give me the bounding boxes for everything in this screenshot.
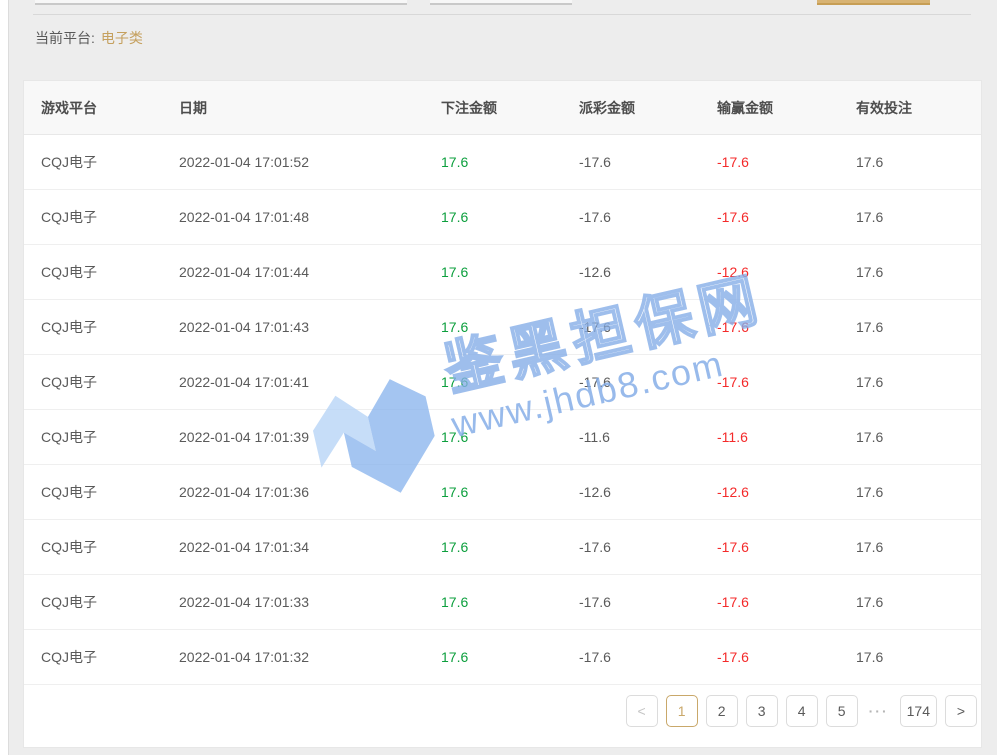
cell-valid-bet: 17.6 — [856, 649, 981, 665]
table-row: CQJ电子 2022-01-04 17:01:43 17.6 -17.6 -17… — [24, 300, 981, 355]
cell-platform: CQJ电子 — [41, 647, 179, 667]
cell-date: 2022-01-04 17:01:48 — [179, 209, 441, 225]
prev-page-button[interactable]: < — [626, 695, 658, 727]
cell-winloss-amount: -17.6 — [717, 374, 856, 390]
cell-valid-bet: 17.6 — [856, 539, 981, 555]
page-button-5[interactable]: 5 — [826, 695, 858, 727]
cell-valid-bet: 17.6 — [856, 209, 981, 225]
cell-bet-amount: 17.6 — [441, 154, 579, 170]
cell-platform: CQJ电子 — [41, 372, 179, 392]
table-header-row: 游戏平台 日期 下注金额 派彩金额 输赢金额 有效投注 — [24, 81, 981, 135]
page-button-1[interactable]: 1 — [666, 695, 698, 727]
cell-bet-amount: 17.6 — [441, 539, 579, 555]
cell-platform: CQJ电子 — [41, 207, 179, 227]
cell-platform: CQJ电子 — [41, 592, 179, 612]
column-header-game-platform: 游戏平台 — [41, 98, 179, 118]
cell-platform: CQJ电子 — [41, 482, 179, 502]
cell-payout-amount: -17.6 — [579, 649, 717, 665]
cell-winloss-amount: -17.6 — [717, 539, 856, 555]
table-row: CQJ电子 2022-01-04 17:01:41 17.6 -17.6 -17… — [24, 355, 981, 410]
page-button-last[interactable]: 174 — [900, 695, 937, 727]
table-row: CQJ电子 2022-01-04 17:01:48 17.6 -17.6 -17… — [24, 190, 981, 245]
cell-valid-bet: 17.6 — [856, 429, 981, 445]
cell-valid-bet: 17.6 — [856, 484, 981, 500]
cell-date: 2022-01-04 17:01:33 — [179, 594, 441, 610]
cell-payout-amount: -17.6 — [579, 209, 717, 225]
page-button-4[interactable]: 4 — [786, 695, 818, 727]
cell-bet-amount: 17.6 — [441, 264, 579, 280]
cell-winloss-amount: -17.6 — [717, 154, 856, 170]
column-header-bet-amount: 下注金额 — [441, 98, 579, 118]
cell-winloss-amount: -12.6 — [717, 264, 856, 280]
cell-payout-amount: -12.6 — [579, 484, 717, 500]
cell-valid-bet: 17.6 — [856, 319, 981, 335]
column-header-date: 日期 — [179, 98, 441, 118]
records-table-card: 游戏平台 日期 下注金额 派彩金额 输赢金额 有效投注 CQJ电子 2022-0… — [23, 80, 982, 748]
cell-payout-amount: -17.6 — [579, 319, 717, 335]
pagination-ellipsis-icon: ··· — [866, 703, 892, 719]
table-row: CQJ电子 2022-01-04 17:01:39 17.6 -11.6 -11… — [24, 410, 981, 465]
cell-date: 2022-01-04 17:01:32 — [179, 649, 441, 665]
table-row: CQJ电子 2022-01-04 17:01:34 17.6 -17.6 -17… — [24, 520, 981, 575]
table-row: CQJ电子 2022-01-04 17:01:33 17.6 -17.6 -17… — [24, 575, 981, 630]
table-row: CQJ电子 2022-01-04 17:01:52 17.6 -17.6 -17… — [24, 135, 981, 190]
cell-date: 2022-01-04 17:01:34 — [179, 539, 441, 555]
cell-date: 2022-01-04 17:01:36 — [179, 484, 441, 500]
cell-bet-amount: 17.6 — [441, 319, 579, 335]
cell-payout-amount: -17.6 — [579, 594, 717, 610]
cell-bet-amount: 17.6 — [441, 649, 579, 665]
cell-winloss-amount: -17.6 — [717, 649, 856, 665]
table-row: CQJ电子 2022-01-04 17:01:36 17.6 -12.6 -12… — [24, 465, 981, 520]
filter-input-fragment-1[interactable] — [35, 0, 407, 5]
page-button-2[interactable]: 2 — [706, 695, 738, 727]
filter-input-fragment-2[interactable] — [430, 0, 572, 5]
current-platform-label: 当前平台: — [35, 30, 95, 46]
page-button-3[interactable]: 3 — [746, 695, 778, 727]
cell-valid-bet: 17.6 — [856, 594, 981, 610]
cell-bet-amount: 17.6 — [441, 374, 579, 390]
cell-winloss-amount: -17.6 — [717, 209, 856, 225]
cell-platform: CQJ电子 — [41, 427, 179, 447]
cell-platform: CQJ电子 — [41, 317, 179, 337]
search-button-fragment[interactable] — [817, 0, 930, 5]
column-header-winloss-amount: 输赢金额 — [717, 98, 856, 118]
cell-valid-bet: 17.6 — [856, 264, 981, 280]
cell-valid-bet: 17.6 — [856, 154, 981, 170]
top-separator — [33, 14, 971, 15]
cell-date: 2022-01-04 17:01:39 — [179, 429, 441, 445]
cell-platform: CQJ电子 — [41, 152, 179, 172]
current-platform-bar: 当前平台: 电子类 — [35, 28, 143, 48]
cell-bet-amount: 17.6 — [441, 429, 579, 445]
cell-valid-bet: 17.6 — [856, 374, 981, 390]
cell-bet-amount: 17.6 — [441, 209, 579, 225]
cell-date: 2022-01-04 17:01:44 — [179, 264, 441, 280]
cell-payout-amount: -12.6 — [579, 264, 717, 280]
cell-payout-amount: -17.6 — [579, 374, 717, 390]
cell-winloss-amount: -12.6 — [717, 484, 856, 500]
cell-payout-amount: -11.6 — [579, 429, 717, 445]
page-left-edge — [0, 0, 9, 755]
cell-payout-amount: -17.6 — [579, 154, 717, 170]
cell-date: 2022-01-04 17:01:43 — [179, 319, 441, 335]
column-header-payout-amount: 派彩金额 — [579, 98, 717, 118]
cell-platform: CQJ电子 — [41, 537, 179, 557]
cell-platform: CQJ电子 — [41, 262, 179, 282]
cell-bet-amount: 17.6 — [441, 484, 579, 500]
cell-payout-amount: -17.6 — [579, 539, 717, 555]
pagination: < 1 2 3 4 5 ··· 174 > — [24, 674, 981, 747]
cell-winloss-amount: -17.6 — [717, 319, 856, 335]
column-header-valid-bet: 有效投注 — [856, 98, 981, 118]
table-row: CQJ电子 2022-01-04 17:01:44 17.6 -12.6 -12… — [24, 245, 981, 300]
cell-bet-amount: 17.6 — [441, 594, 579, 610]
cell-date: 2022-01-04 17:01:41 — [179, 374, 441, 390]
next-page-button[interactable]: > — [945, 695, 977, 727]
current-platform-value: 电子类 — [101, 30, 143, 46]
cell-winloss-amount: -17.6 — [717, 594, 856, 610]
cell-winloss-amount: -11.6 — [717, 429, 856, 445]
cell-date: 2022-01-04 17:01:52 — [179, 154, 441, 170]
